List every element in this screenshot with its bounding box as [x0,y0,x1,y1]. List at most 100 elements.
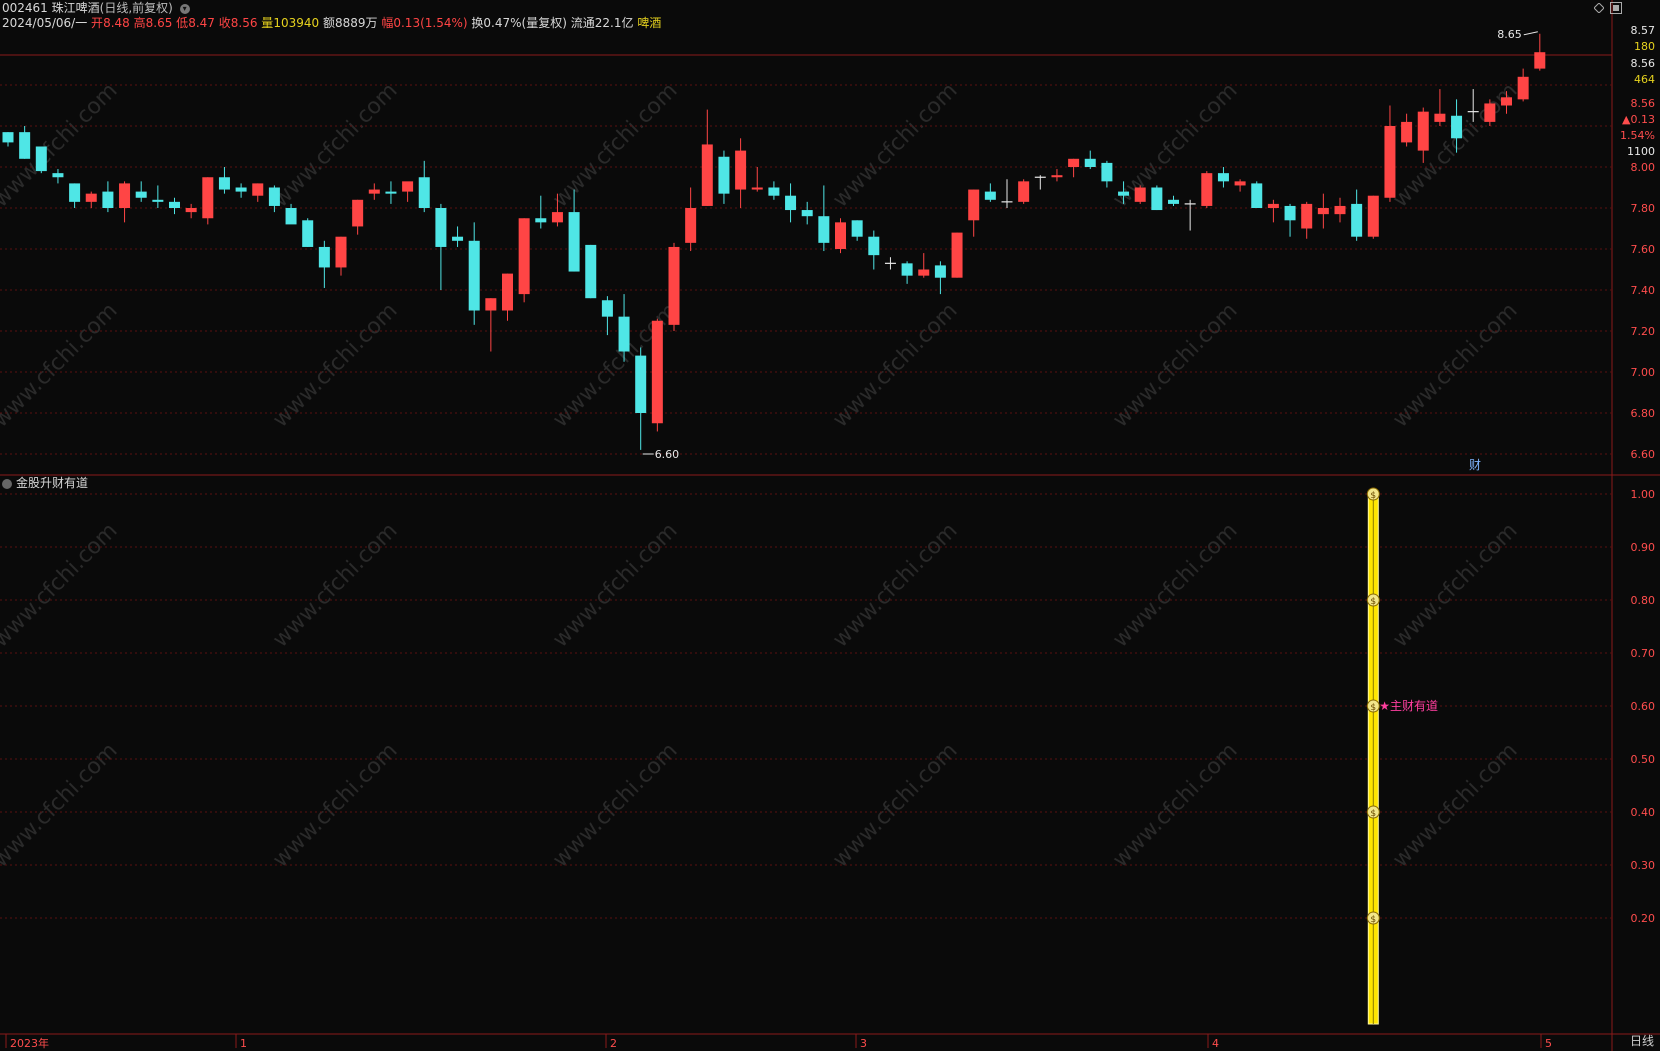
candle-body [851,220,863,237]
stock-title: 002461 珠江啤酒(日线,前复权) ▾ [2,1,190,16]
chg-label: 幅 [381,16,394,30]
candle-body [218,177,230,190]
candle-body [1401,121,1413,143]
x-tick-label: 2 [610,1037,617,1050]
candle-body [934,265,946,278]
x-tick-label: 1 [240,1037,247,1050]
candle-body [1501,97,1512,106]
candle-body [402,181,414,192]
low-value: 8.47 [188,16,215,30]
candle-body [751,187,763,190]
high-marker-label: 8.65 [1497,28,1522,41]
candle-body [951,232,963,278]
candle-body [1234,181,1246,186]
indicator-signal-label: ★主财有道 [1379,699,1438,713]
candle-body [701,144,713,206]
indicator-tick-label: 1.00 [1631,488,1656,501]
candle-body [801,210,813,217]
candle-body [2,132,14,143]
indicator-title: 金股升财有道 [16,476,89,490]
candle-body [1068,158,1080,167]
candle-body [385,191,397,194]
candle-body [235,187,247,192]
coin-symbol: $ [1370,597,1376,607]
candle-body [918,269,930,276]
candle-body [252,183,264,196]
turnover-value: 0.47%(量复权) [483,16,567,30]
candle-body [1451,115,1463,139]
candle-body [568,212,580,272]
close-label: 收 [218,16,231,30]
candle-body [302,220,314,247]
price-tick-label: 6.80 [1631,407,1656,420]
candle-body [1118,191,1130,196]
quote-v1: 180 [1634,40,1655,53]
candle-body [1517,76,1529,100]
stock-code: 002461 [2,1,48,15]
quote-price2: 8.56 [1631,57,1656,70]
candle-body [1267,203,1279,208]
indicator-tick-label: 0.70 [1631,647,1656,660]
candle-body [718,156,730,194]
candle-body [1417,111,1429,151]
candle-body [85,193,97,202]
candle-body [418,177,430,208]
price-tick-label: 6.60 [1631,448,1656,461]
candle-body [352,199,364,227]
candle-body [901,263,913,276]
candle-body [601,300,613,317]
high-label: 高 [133,16,146,30]
candle-body [518,218,530,295]
candle-body [318,246,330,268]
window-icon[interactable] [1610,2,1622,14]
quote-price-top: 8.57 [1631,24,1656,37]
candle-body [1101,162,1113,182]
diamond-icon[interactable] [1594,3,1604,13]
candle-body [1084,158,1096,167]
candle-body [768,187,780,196]
candle-body [35,146,47,172]
finance-marker: 财 [1469,458,1481,472]
indicator-tick-label: 0.40 [1631,806,1656,819]
candle-body [585,244,597,299]
candle-body [268,187,280,206]
candle-body [835,222,846,249]
vol-label: 量 [261,16,274,30]
info-icon[interactable]: ▾ [179,3,190,14]
indicator-tick-label: 0.30 [1631,859,1656,872]
candle-body [1317,208,1329,215]
candle-body [1367,195,1379,237]
quote-date: 2024/05/06/一 [2,16,88,30]
candle-body [485,298,497,311]
candle-body [52,173,64,178]
candle-body [1251,183,1263,208]
quote-last: 8.56 [1631,97,1656,110]
indicator-title-bar[interactable]: 金股升财有道 [2,475,88,491]
high-value: 8.65 [145,16,173,30]
candle-body [169,201,180,208]
indicator-tick-label: 0.60 [1631,700,1656,713]
candle-body [1334,205,1346,215]
candle-body [1051,175,1063,178]
quote-bar: 2024/05/06/一 开8.48 高8.65 低8.47 收8.56 量10… [2,16,661,31]
coin-symbol: $ [1370,915,1376,925]
stock-name: 珠江啤酒 [51,1,100,15]
candle-body [1201,173,1213,206]
chart-canvas[interactable]: www.cfchi.com www.cfchi.com www.cfchi.com w… [0,0,1660,1051]
candle-body [1217,173,1229,182]
candle-body [668,246,680,325]
indicator-tick-label: 0.90 [1631,541,1656,554]
indicator-tick-label: 0.20 [1631,912,1656,925]
candle-body [735,150,747,190]
candle-body [435,208,447,247]
coin-symbol: $ [1370,809,1376,819]
coin-symbol: $ [1370,491,1376,501]
candle-body [285,208,297,225]
chg-value: 0.13(1.54%) [393,16,468,30]
sector-label[interactable]: 啤酒 [637,16,661,30]
period-label[interactable]: 日线 [1630,1032,1654,1049]
candle-body [1301,203,1313,229]
price-tick-label: 7.00 [1631,366,1656,379]
collapse-icon[interactable] [2,478,12,489]
float-label: 流通 [570,16,595,30]
